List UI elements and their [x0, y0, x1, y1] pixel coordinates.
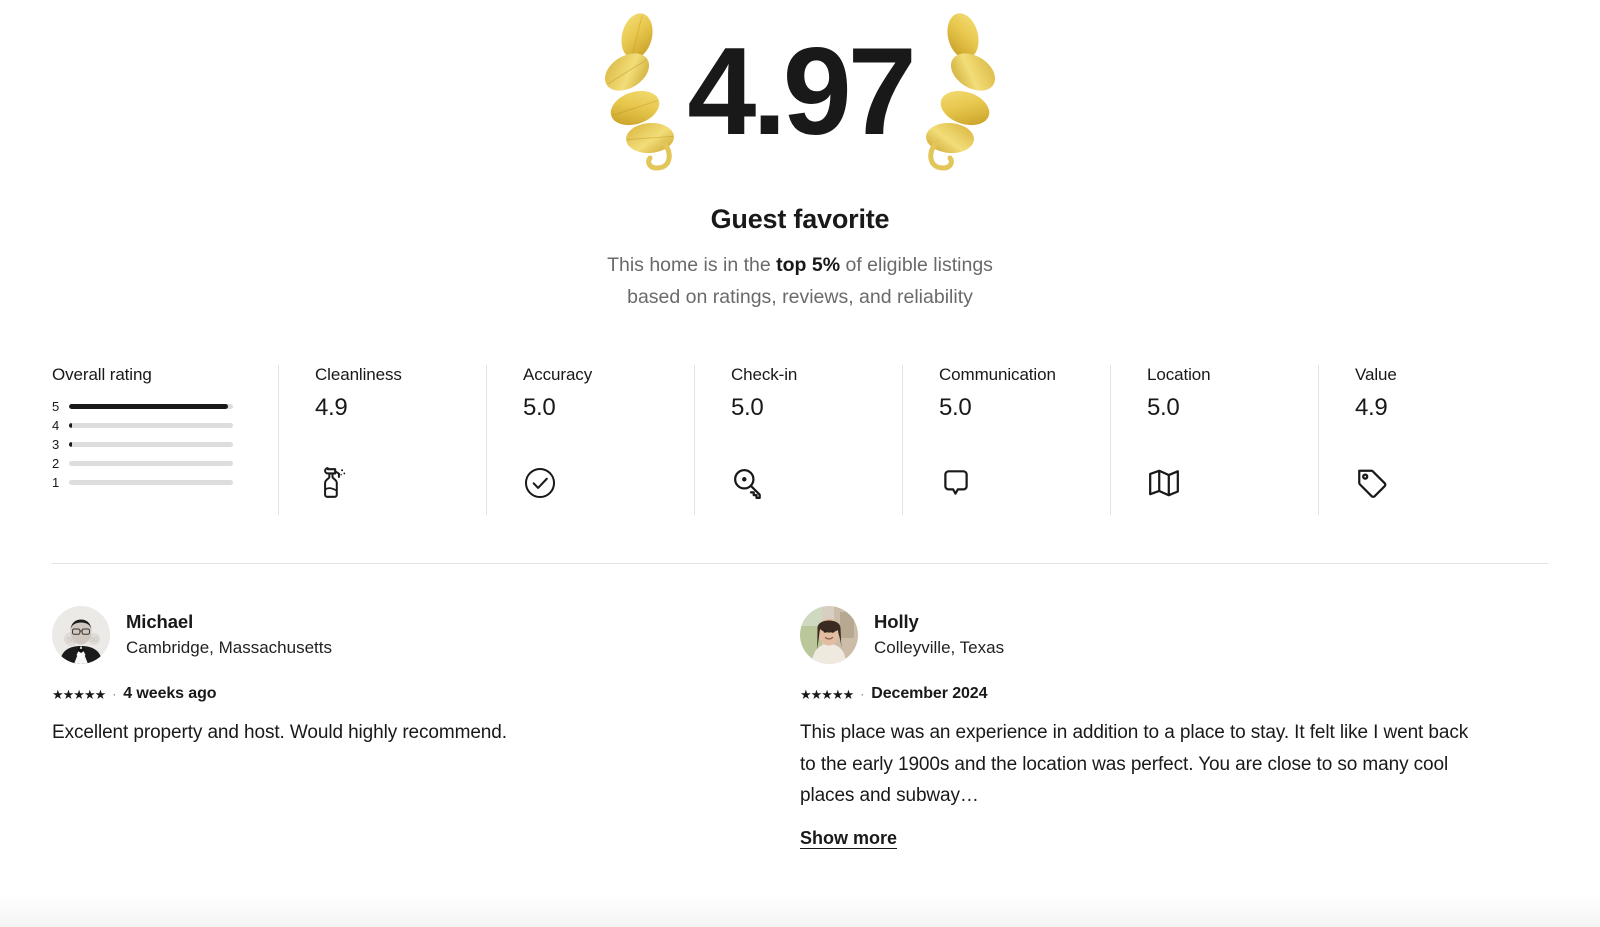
rating-bar-fill	[69, 404, 229, 409]
category-value: Value 4.9	[1318, 365, 1526, 515]
map-icon	[1149, 469, 1179, 497]
category-value: 5.0	[1147, 394, 1180, 421]
spray-bottle-icon	[324, 467, 346, 498]
category-label: Location	[1147, 365, 1211, 384]
category-label: Communication	[939, 365, 1056, 384]
review-author-block: Michael Cambridge, Massachusetts	[126, 610, 332, 659]
rating-bar-star-count: 1	[52, 475, 60, 490]
category-label: Value	[1355, 365, 1397, 384]
category-value: 4.9	[1355, 394, 1388, 421]
rating-bar-track	[69, 404, 233, 409]
category-communication: Communication 5.0	[902, 365, 1110, 515]
review-date: December 2024	[871, 685, 988, 702]
rating-bar-row: 2	[52, 454, 248, 473]
rating-bar-track	[69, 442, 233, 447]
guest-favorite-hero: 4.97 Guest favorite This home is in the …	[0, 0, 1600, 313]
avatar-holly-photo	[800, 606, 858, 664]
check-circle-icon	[524, 467, 556, 499]
rating-bar-row: 1	[52, 473, 248, 492]
rating-bar-row: 3	[52, 435, 248, 454]
rating-distribution-bars: 5 4 3 2 1	[52, 397, 248, 492]
speech-bubble-icon	[944, 470, 968, 495]
subtitle-line2: based on ratings, reviews, and reliabili…	[627, 286, 973, 308]
review-card: Holly Colleyville, Texas ★★★★★ · Decembe…	[800, 606, 1548, 849]
avatar[interactable]	[800, 606, 858, 664]
review-card: 50 50 Michael Cambridge, Massachusetts ★…	[52, 606, 800, 849]
category-accuracy: Accuracy 5.0	[486, 365, 694, 515]
price-tag-icon	[1358, 469, 1387, 498]
review-author-name: Holly	[874, 611, 919, 633]
rating-bar-row: 5	[52, 397, 248, 416]
review-author-location: Cambridge, Massachusetts	[126, 638, 332, 658]
review-meta: ★★★★★ · December 2024	[800, 685, 1488, 703]
overall-rating-label: Overall rating	[52, 365, 152, 384]
review-author-block: Holly Colleyville, Texas	[874, 610, 1004, 659]
subtitle-post: of eligible listings	[840, 254, 993, 276]
guest-favorite-title: Guest favorite	[710, 204, 890, 234]
overall-score: 4.97	[687, 23, 916, 161]
review-meta-separator: ·	[860, 687, 865, 701]
category-checkin: Check-in 5.0	[694, 365, 902, 515]
subtitle-highlight: top 5%	[776, 254, 841, 276]
category-value: 5.0	[523, 394, 556, 421]
category-cleanliness: Cleanliness 4.9	[278, 365, 486, 515]
rating-bar-fill	[69, 423, 73, 428]
svg-text:50: 50	[90, 637, 98, 644]
laurel-wreath-left-icon	[605, 13, 675, 171]
rating-bar-track	[69, 423, 233, 428]
overall-rating-column: Overall rating 5 4 3 2 1	[52, 365, 278, 515]
rating-bar-star-count: 2	[52, 456, 60, 471]
category-label: Cleanliness	[315, 365, 402, 384]
show-more-button[interactable]: Show more	[800, 828, 897, 849]
reviews-list: 50 50 Michael Cambridge, Massachusetts ★…	[0, 564, 1600, 849]
avatar-michael-photo: 50 50	[52, 606, 110, 664]
review-meta-separator: ·	[112, 687, 117, 701]
rating-categories-row: Overall rating 5 4 3 2 1 Cleanliness 4.9…	[0, 365, 1600, 515]
review-meta: ★★★★★ · 4 weeks ago	[52, 685, 740, 703]
review-header: Holly Colleyville, Texas	[800, 606, 1488, 664]
review-author-name: Michael	[126, 611, 194, 633]
rating-bar-row: 4	[52, 416, 248, 435]
bottom-fade-overlay	[0, 893, 1600, 927]
guest-favorite-subtitle: This home is in the top 5% of eligible l…	[0, 249, 1600, 313]
review-header: 50 50 Michael Cambridge, Massachusetts	[52, 606, 740, 664]
review-date: 4 weeks ago	[123, 685, 217, 702]
avatar[interactable]: 50 50	[52, 606, 110, 664]
category-value: 5.0	[731, 394, 764, 421]
rating-bar-star-count: 4	[52, 418, 60, 433]
category-value: 5.0	[939, 394, 972, 421]
rating-bar-star-count: 3	[52, 437, 60, 452]
review-star-rating: ★★★★★	[52, 686, 106, 702]
review-star-rating: ★★★★★	[800, 686, 854, 702]
rating-bar-fill	[69, 442, 73, 447]
category-value: 4.9	[315, 394, 348, 421]
category-label: Accuracy	[523, 365, 593, 384]
reviews-modal: 4.97 Guest favorite This home is in the …	[0, 0, 1600, 927]
review-text: This place was an experience in addition…	[800, 722, 1469, 806]
laurel-wreath-right-icon	[925, 13, 995, 171]
category-label: Check-in	[731, 365, 798, 384]
review-text: Excellent property and host. Would highl…	[52, 722, 507, 743]
key-icon	[734, 469, 761, 499]
review-author-location: Colleyville, Texas	[874, 638, 1005, 658]
category-location: Location 5.0	[1110, 365, 1318, 515]
score-row: 4.97	[0, 6, 1600, 178]
rating-bar-track	[69, 480, 233, 485]
rating-bar-star-count: 5	[52, 399, 60, 414]
subtitle-pre: This home is in the	[607, 254, 777, 276]
rating-bar-track	[69, 461, 233, 466]
